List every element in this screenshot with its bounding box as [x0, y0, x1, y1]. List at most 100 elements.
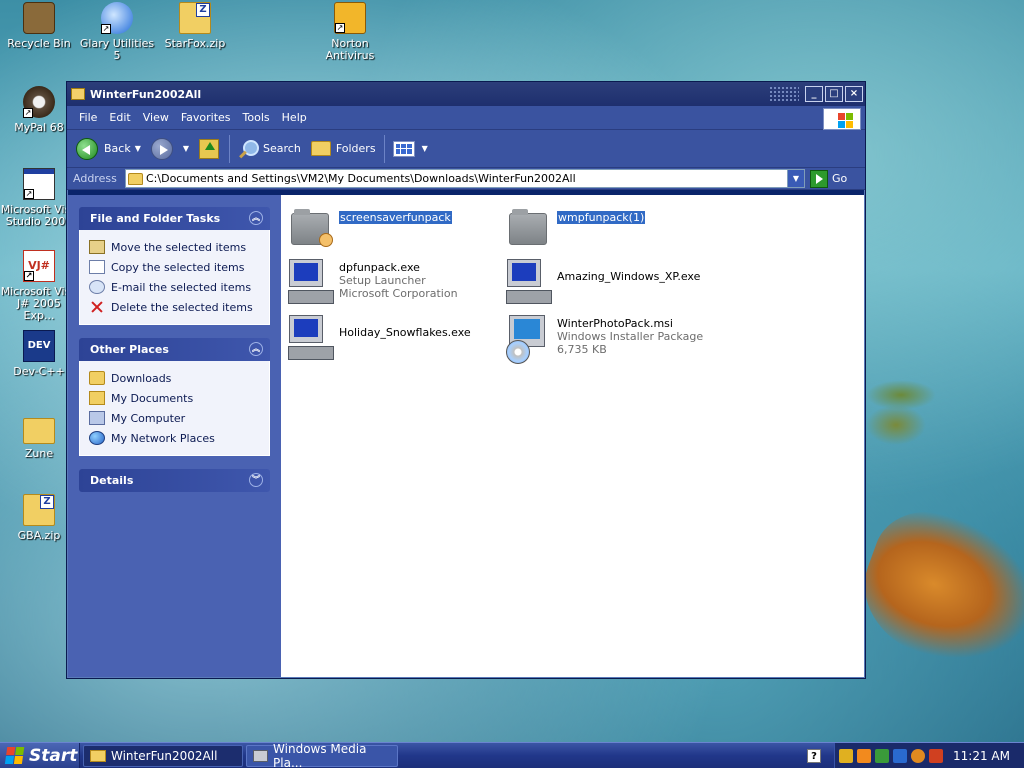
delete-icon	[89, 300, 105, 314]
place-downloads[interactable]: Downloads	[89, 368, 260, 388]
forward-arrow-icon	[150, 137, 173, 160]
place-my-computer[interactable]: My Computer	[89, 408, 260, 428]
titlebar-grip	[769, 86, 799, 102]
menu-tools[interactable]: Tools	[237, 108, 276, 127]
forward-button[interactable]: ▼	[146, 133, 194, 165]
desktop-icon-norton-antivirus[interactable]: ↗ Norton Antivirus	[311, 2, 389, 62]
chevron-down-icon[interactable]: ▼	[135, 144, 141, 153]
file-name: Holiday_Snowflakes.exe	[339, 326, 471, 339]
menu-view[interactable]: View	[137, 108, 175, 127]
panel-header[interactable]: Other Places ︽	[79, 338, 270, 361]
folder-up-icon	[199, 138, 220, 159]
file-item-folder[interactable]: wmpfunpack(1)	[505, 207, 647, 251]
file-size: 6,735 KB	[557, 343, 607, 356]
chevron-down-icon: ▼	[421, 144, 428, 153]
address-value: C:\Documents and Settings\VM2\My Documen…	[146, 172, 576, 185]
panel-header[interactable]: File and Folder Tasks ︽	[79, 207, 270, 230]
file-description: Windows Installer Package	[557, 330, 704, 343]
go-label: Go	[832, 172, 848, 185]
start-label: Start	[29, 745, 78, 766]
panel-header[interactable]: Details ︾	[79, 469, 270, 492]
tray-search-icon[interactable]	[911, 749, 925, 763]
desktop-icon-glary-utilities[interactable]: ↗ Glary Utilities 5	[78, 2, 156, 62]
taskbar-item-media-player[interactable]: Windows Media Pla...	[246, 742, 398, 768]
other-places-panel: Other Places ︽ Downloads My Documents My…	[79, 338, 270, 456]
setup-program-icon	[287, 313, 335, 360]
toolbar-separator	[229, 134, 231, 163]
go-button[interactable]: Go	[810, 169, 848, 188]
tray-security-icon[interactable]	[839, 749, 853, 763]
folder-icon	[71, 88, 85, 100]
panel-title: File and Folder Tasks	[90, 212, 221, 225]
panel-title: Details	[90, 474, 134, 487]
clock[interactable]: 11:21 AM	[953, 749, 1010, 763]
recycle-bin-icon	[23, 2, 55, 34]
desktop-icon-recycle-bin[interactable]: Recycle Bin	[0, 2, 78, 50]
title-bar[interactable]: WinterFun2002All _ □ ×	[67, 82, 865, 106]
help-icon[interactable]: ?	[807, 749, 821, 763]
menu-bar: File Edit View Favorites Tools Help	[67, 106, 865, 130]
expand-icon[interactable]: ︾	[249, 473, 263, 487]
maximize-button[interactable]: □	[825, 86, 843, 102]
address-input[interactable]: C:\Documents and Settings\VM2\My Documen…	[125, 169, 805, 188]
explorer-window: WinterFun2002All _ □ × File Edit View Fa…	[66, 81, 866, 679]
folders-button[interactable]: Folders	[306, 133, 381, 165]
desktop-icon-starfox-zip[interactable]: Z StarFox.zip	[156, 2, 234, 50]
chevron-down-icon[interactable]: ▼	[183, 144, 189, 153]
back-label: Back	[104, 142, 131, 155]
task-label: E-mail the selected items	[111, 280, 252, 294]
computer-icon	[89, 411, 105, 425]
back-arrow-icon	[76, 137, 98, 160]
shared-hand-icon	[319, 233, 333, 247]
zip-folder-icon: Z	[179, 2, 211, 34]
task-email[interactable]: E-mail the selected items	[89, 277, 260, 297]
task-label: Copy the selected items	[111, 260, 245, 274]
search-icon	[238, 139, 260, 159]
file-item-folder[interactable]: screensaverfunpack	[287, 207, 453, 251]
back-button[interactable]: Back ▼	[71, 133, 146, 165]
menu-favorites[interactable]: Favorites	[175, 108, 237, 127]
file-name: WinterPhotoPack.msi	[557, 317, 673, 330]
copy-icon	[89, 260, 105, 274]
task-delete[interactable]: Delete the selected items	[89, 297, 260, 317]
file-item-exe[interactable]: dpfunpack.exe Setup Launcher Microsoft C…	[287, 257, 458, 304]
collapse-icon[interactable]: ︽	[249, 211, 263, 225]
up-button[interactable]	[194, 133, 226, 165]
details-panel: Details ︾	[79, 469, 270, 492]
tray-shield-icon[interactable]	[857, 749, 871, 763]
task-copy[interactable]: Copy the selected items	[89, 257, 260, 277]
views-button[interactable]: ▼	[388, 133, 433, 165]
task-move[interactable]: Move the selected items	[89, 237, 260, 257]
file-item-msi[interactable]: WinterPhotoPack.msi Windows Installer Pa…	[505, 313, 704, 364]
place-my-network-places[interactable]: My Network Places	[89, 428, 260, 448]
menu-file[interactable]: File	[73, 108, 103, 127]
place-my-documents[interactable]: My Documents	[89, 388, 260, 408]
windows-logo-icon	[823, 108, 861, 130]
tray-antivirus-icon[interactable]	[929, 749, 943, 763]
search-button[interactable]: Search	[233, 133, 306, 165]
file-company: Microsoft Corporation	[339, 287, 458, 300]
taskbar: Start WinterFun2002All Windows Media Pla…	[0, 742, 1024, 768]
search-label: Search	[263, 142, 301, 155]
menu-edit[interactable]: Edit	[103, 108, 136, 127]
file-item-exe[interactable]: Holiday_Snowflakes.exe	[287, 313, 471, 360]
minimize-button[interactable]: _	[805, 86, 823, 102]
tray-update-icon[interactable]	[893, 749, 907, 763]
chevron-down-icon[interactable]: ▼	[787, 170, 804, 187]
start-button[interactable]: Start	[0, 742, 80, 768]
glary-utilities-icon: ↗	[101, 2, 133, 34]
setup-program-icon	[287, 257, 335, 304]
place-label: My Computer	[111, 411, 186, 425]
close-button[interactable]: ×	[845, 86, 863, 102]
folders-label: Folders	[335, 142, 376, 155]
folders-icon	[310, 141, 331, 156]
place-label: My Network Places	[111, 431, 215, 445]
folder-icon	[90, 749, 106, 762]
menu-help[interactable]: Help	[276, 108, 313, 127]
panel-title: Other Places	[90, 343, 169, 356]
tray-network-icon[interactable]	[875, 749, 889, 763]
shortcut-arrow-icon: ↗	[24, 271, 34, 281]
taskbar-item-explorer[interactable]: WinterFun2002All	[83, 744, 243, 767]
collapse-icon[interactable]: ︽	[249, 342, 263, 356]
file-item-exe[interactable]: Amazing_Windows_XP.exe	[505, 257, 700, 304]
